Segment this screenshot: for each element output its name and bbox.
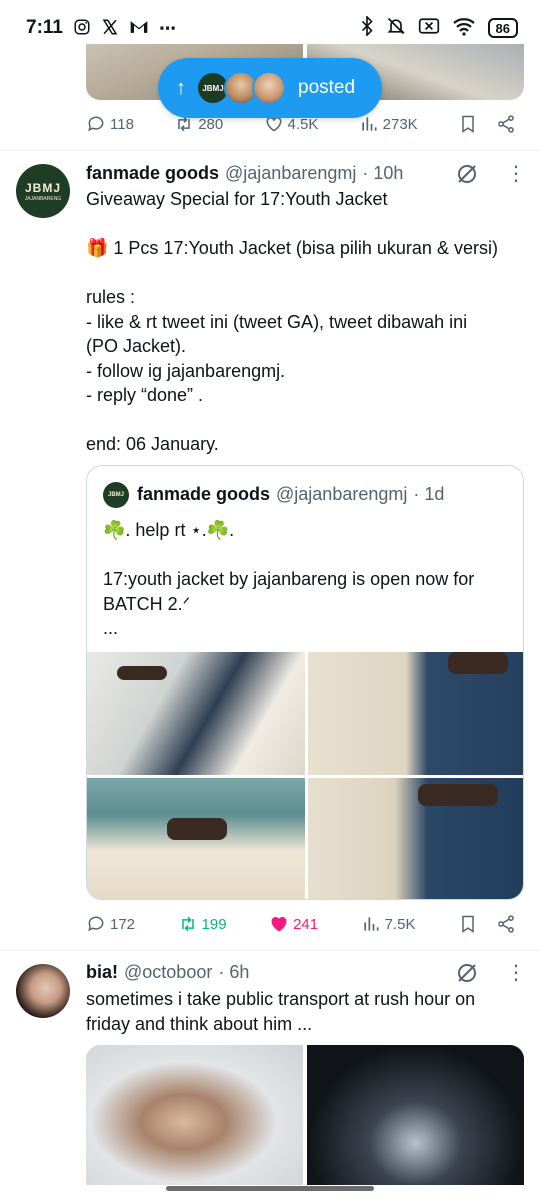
tweet-line: (PO Jacket).: [86, 336, 187, 356]
bluetooth-icon: [360, 14, 374, 41]
new-posts-pill[interactable]: ↑ JBMJ posted: [158, 58, 382, 118]
tweet-line: 17:youth jacket by jajanbareng is open n…: [103, 569, 475, 589]
tweet-line: [86, 408, 516, 433]
tweet-line: - reply “done” .: [86, 385, 204, 405]
avatar[interactable]: JBMJ JAJANBARENG: [16, 164, 70, 218]
tweet-image[interactable]: [87, 652, 305, 775]
quoted-tweet-text: ☘️. help rt ⋆.☘️. 17:youth jacket by jaj…: [103, 518, 508, 641]
instagram-icon: [73, 18, 91, 39]
grok-icon[interactable]: [455, 961, 479, 985]
share-icon[interactable]: [496, 914, 516, 934]
reply-button[interactable]: 172: [86, 914, 135, 934]
tweet-media: [86, 1045, 524, 1185]
tweet-line: end: 06 January.: [86, 434, 219, 454]
battery-indicator: 86: [487, 18, 518, 38]
timestamp[interactable]: · 6h: [218, 962, 249, 983]
tweet-line: ...: [103, 618, 119, 638]
handle[interactable]: @jajanbarengmj: [225, 163, 356, 184]
posted-label: posted: [298, 77, 356, 98]
like-count: 4.5K: [287, 115, 319, 133]
like-count: 241: [293, 915, 319, 933]
grok-icon[interactable]: [455, 162, 479, 186]
divider: [0, 150, 540, 151]
divider: [0, 950, 540, 951]
avatar-logo-text: JBMJ: [24, 180, 61, 195]
tweet-text: sometimes i take public transport at rus…: [86, 987, 516, 1036]
tweet-line: sometimes i take public transport at rus…: [86, 989, 476, 1009]
display-name[interactable]: bia!: [86, 962, 118, 983]
avatar: [252, 71, 286, 105]
bookmark-icon[interactable]: [458, 114, 478, 134]
tweet-line: - like & rt tweet ini (tweet GA), tweet …: [86, 311, 468, 332]
arrow-up-icon: ↑: [176, 76, 186, 99]
repost-button[interactable]: 199: [178, 914, 227, 934]
reply-icon: [88, 916, 104, 932]
reply-count: 172: [110, 915, 136, 933]
tweet-line: 🎁 1 Pcs 17:Youth Jacket (bisa pilih ukur…: [86, 238, 498, 258]
tweet-image[interactable]: [86, 1045, 303, 1185]
tweet-image[interactable]: [87, 777, 305, 899]
tweet-image[interactable]: [307, 652, 523, 775]
tweet-line: rules :: [86, 287, 136, 307]
more-options-icon[interactable]: ⋮: [506, 164, 526, 184]
quoted-tweet-header: fanmade goods @jajanbarengmj · 1d: [137, 484, 444, 505]
tweet-actions: 172 199 241 7.5K: [86, 914, 516, 934]
more-options-icon[interactable]: ⋮: [506, 963, 526, 983]
view-count: 273K: [382, 115, 418, 133]
view-count: 7.5K: [384, 915, 416, 933]
views-icon: [363, 917, 379, 931]
quoted-tweet[interactable]: JBMJ fanmade goods @jajanbarengmj · 1d ☘…: [86, 465, 524, 900]
views-button[interactable]: 7.5K: [361, 914, 416, 934]
reply-button[interactable]: 118: [86, 114, 134, 134]
tweet-line: friday and think about him ...: [86, 1013, 313, 1034]
reply-icon: [88, 116, 104, 132]
reply-count: 118: [110, 115, 134, 133]
gmail-icon: [129, 19, 149, 38]
heart-icon: [271, 916, 287, 932]
share-icon[interactable]: [496, 114, 516, 134]
tweet-line: ☘️. help rt ⋆.☘️.: [103, 520, 235, 540]
tweet-image[interactable]: [307, 777, 523, 899]
repost-count: 280: [198, 115, 224, 133]
timestamp: · 1d: [413, 484, 445, 504]
avatar[interactable]: [16, 964, 70, 1018]
display-name: fanmade goods: [137, 484, 271, 504]
tweet-header: fanmade goods @jajanbarengmj · 10h: [86, 163, 403, 184]
mute-icon: [386, 16, 406, 41]
tweet-line: BATCH 2.ᐟ: [103, 593, 191, 614]
avatar: JBMJ: [103, 482, 129, 508]
avatar-logo-subtext: JAJANBARENG: [24, 195, 62, 202]
views-icon: [361, 117, 377, 131]
x-icon: [101, 18, 119, 39]
handle: @jajanbarengmj: [276, 484, 408, 504]
repost-icon: [181, 916, 194, 932]
more-dots-icon: ⋯: [158, 18, 176, 38]
timestamp[interactable]: · 10h: [362, 163, 403, 184]
tweet-text: Giveaway Special for 17:Youth Jacket 🎁 1…: [86, 187, 516, 457]
clock: 7:11: [26, 17, 63, 38]
tweet-image[interactable]: [307, 1045, 524, 1185]
views-button[interactable]: 273K: [359, 114, 418, 134]
quoted-media-grid: [87, 652, 523, 899]
display-name[interactable]: fanmade goods: [86, 163, 219, 184]
tweet-line: [86, 261, 516, 286]
tweet-line: [103, 543, 508, 568]
tweet-line: - follow ig jajanbarengmj.: [86, 360, 286, 381]
home-indicator[interactable]: [166, 1186, 374, 1191]
tweet-line: [86, 212, 516, 237]
no-sim-icon: [418, 17, 440, 40]
tweet-line: Giveaway Special for 17:Youth Jacket: [86, 189, 388, 209]
wifi-icon: [452, 16, 476, 41]
like-button[interactable]: 241: [269, 914, 318, 934]
bookmark-icon[interactable]: [458, 914, 478, 934]
repost-count: 199: [201, 915, 227, 933]
handle[interactable]: @octoboor: [124, 962, 212, 983]
tweet-header: bia! @octoboor · 6h: [86, 962, 249, 983]
